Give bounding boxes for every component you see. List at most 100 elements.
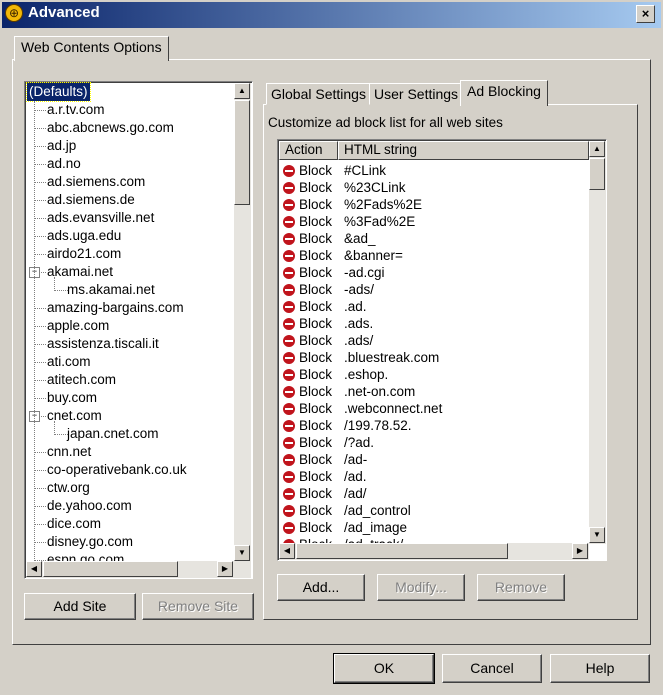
tree-connector (34, 200, 46, 201)
remove-site-button[interactable]: Remove Site (142, 593, 254, 620)
tree-item[interactable]: airdo21.com (47, 245, 121, 263)
tree-item[interactable]: (Defaults) (26, 82, 91, 102)
tab-web-contents-options[interactable]: Web Contents Options (14, 36, 169, 61)
tree-item[interactable]: buy.com (47, 389, 97, 407)
ad-list-vscrollbar[interactable]: ▲ ▼ (589, 141, 606, 544)
column-header-html-string[interactable]: HTML string (338, 141, 589, 160)
tree-item[interactable]: disney.go.com (47, 533, 133, 551)
row-action: Block (299, 299, 333, 314)
remove-button[interactable]: Remove (477, 574, 565, 601)
scroll-up-icon[interactable]: ▲ (234, 83, 250, 99)
site-tree-vscroll-thumb[interactable] (234, 100, 250, 205)
tree-connector (34, 308, 46, 309)
scroll-down-icon[interactable]: ▼ (589, 527, 605, 543)
site-tree-vscrollbar[interactable]: ▲ ▼ (234, 83, 251, 562)
cancel-button[interactable]: Cancel (442, 654, 542, 683)
tree-item[interactable]: ctw.org (47, 479, 90, 497)
scroll-left-icon[interactable]: ◀ (26, 561, 42, 577)
tree-item[interactable]: a.r.tv.com (47, 101, 105, 119)
tree-item[interactable]: ad.siemens.com (47, 173, 145, 191)
tree-item[interactable]: ati.com (47, 353, 91, 371)
ad-block-row[interactable]: Block .webconnect.net (279, 400, 590, 417)
ad-list-vscroll-thumb[interactable] (589, 158, 605, 190)
row-action: Block (299, 452, 333, 467)
tree-item[interactable]: dice.com (47, 515, 101, 533)
ad-block-row[interactable]: Block -ad.cgi (279, 264, 590, 281)
ad-list-hscrollbar[interactable]: ◀ ▶ (279, 543, 589, 560)
tree-child-item[interactable]: ms.akamai.net (67, 281, 155, 299)
ad-block-row[interactable]: Block/ad/ (279, 485, 590, 502)
tree-item[interactable]: ad.no (47, 155, 81, 173)
tree-item[interactable]: cnn.net (47, 443, 91, 461)
tree-item[interactable]: co-operativebank.co.uk (47, 461, 187, 479)
ad-block-row[interactable]: Block .bluestreak.com (279, 349, 590, 366)
tree-child-item[interactable]: japan.cnet.com (67, 425, 159, 443)
tree-item[interactable]: ad.siemens.de (47, 191, 135, 209)
site-tree[interactable]: (Defaults) a.r.tv.com abc.abcnews.go.com ad… (24, 81, 253, 579)
tree-item[interactable]: ads.uga.edu (47, 227, 121, 245)
ad-list-hscroll-thumb[interactable] (296, 543, 508, 559)
tree-connector (34, 524, 46, 525)
add-site-button[interactable]: Add Site (24, 593, 136, 620)
ad-block-row[interactable]: Block/ad. (279, 468, 590, 485)
tree-connector (34, 398, 46, 399)
ad-block-row[interactable]: Block .ad. (279, 298, 590, 315)
column-header-action[interactable]: Action (279, 141, 338, 160)
site-tree-hscrollbar[interactable]: ◀ ▶ (26, 561, 251, 578)
row-action: Block (299, 248, 333, 263)
row-html-string: -ads/ (344, 282, 375, 297)
tree-item[interactable]: akamai.net (47, 263, 113, 281)
row-action: Block (299, 469, 333, 484)
tree-item[interactable]: de.yahoo.com (47, 497, 132, 515)
ad-block-row[interactable]: Block %23CLink (279, 179, 590, 196)
tree-item[interactable]: apple.com (47, 317, 109, 335)
tree-item[interactable]: cnet.com (47, 407, 102, 425)
scroll-right-icon[interactable]: ▶ (572, 543, 588, 559)
row-action: Block (299, 163, 333, 178)
ad-block-row[interactable]: Block .ads/ (279, 332, 590, 349)
tab-global-settings[interactable]: Global Settings (266, 83, 371, 105)
tree-item[interactable]: ad.jp (47, 137, 76, 155)
tree-spine (34, 101, 35, 562)
close-button[interactable]: × (636, 5, 655, 23)
ad-block-row[interactable]: Block %2Fads%2E (279, 196, 590, 213)
ad-block-row[interactable]: Block &ad_ (279, 230, 590, 247)
tab-ad-blocking[interactable]: Ad Blocking (460, 80, 548, 106)
ad-block-row[interactable]: Block/ad_control (279, 502, 590, 519)
ad-block-row[interactable]: Block/ad_image (279, 519, 590, 536)
no-entry-icon (283, 437, 295, 449)
tree-item[interactable]: ads.evansville.net (47, 209, 154, 227)
site-tree-hscroll-thumb[interactable] (43, 561, 178, 577)
tree-connector (34, 182, 46, 183)
ad-block-row[interactable]: Block /?ad. (279, 434, 590, 451)
ok-button[interactable]: OK (333, 653, 435, 684)
scroll-down-icon[interactable]: ▼ (234, 545, 250, 561)
ad-block-row[interactable]: Block .ads. (279, 315, 590, 332)
tree-item[interactable]: abc.abcnews.go.com (47, 119, 174, 137)
scroll-right-icon[interactable]: ▶ (217, 561, 233, 577)
ad-block-row[interactable]: Block/ad- (279, 451, 590, 468)
no-entry-icon (283, 420, 295, 432)
row-action: Block (299, 350, 333, 365)
ad-block-row[interactable]: Block #CLink (279, 162, 590, 179)
modify-button[interactable]: Modify... (377, 574, 465, 601)
ad-block-row[interactable]: Block &banner= (279, 247, 590, 264)
tree-item[interactable]: assistenza.tiscali.it (47, 335, 159, 353)
tree-item[interactable]: atitech.com (47, 371, 116, 389)
ad-block-row[interactable]: Block %3Fad%2E (279, 213, 590, 230)
row-html-string: .webconnect.net (344, 401, 443, 416)
tree-connector (34, 218, 46, 219)
tab-user-settings[interactable]: User Settings (369, 83, 464, 105)
scroll-left-icon[interactable]: ◀ (279, 543, 295, 559)
ad-block-row[interactable]: Block -ads/ (279, 281, 590, 298)
ad-block-list[interactable]: Action HTML string Block #CLink Block %23CL… (277, 139, 607, 561)
ad-block-row[interactable]: Block .eshop. (279, 366, 590, 383)
ad-block-row[interactable]: Block/199.78.52. (279, 417, 590, 434)
tree-item[interactable]: amazing-bargains.com (47, 299, 184, 317)
ad-block-row[interactable]: Block .net-on.com (279, 383, 590, 400)
globe-icon[interactable]: ⊕ (5, 4, 23, 22)
add-button[interactable]: Add... (277, 574, 365, 601)
row-html-string: .ads/ (344, 333, 374, 348)
help-button[interactable]: Help (550, 654, 650, 683)
scroll-up-icon[interactable]: ▲ (589, 141, 605, 157)
